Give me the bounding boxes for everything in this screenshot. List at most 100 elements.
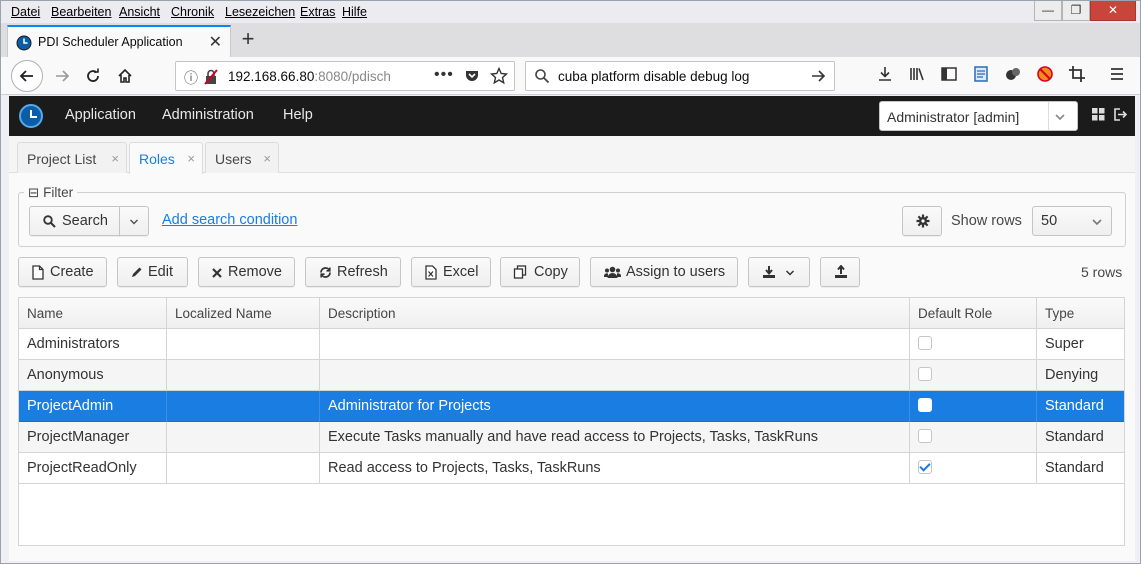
filter-caption[interactable]: ⊟ Filter [24, 185, 78, 201]
chevron-down-icon [129, 219, 139, 225]
search-dropdown-button[interactable] [119, 206, 149, 236]
export-dropdown-button[interactable] [748, 257, 810, 287]
upload-icon [835, 265, 847, 278]
refresh-button[interactable]: Refresh [305, 257, 401, 287]
cell-type: Standard [1045, 429, 1104, 445]
new-tab-button[interactable]: + [237, 26, 259, 52]
menu-lesezeichen[interactable]: Lesezeichen [225, 5, 295, 19]
reload-button[interactable] [79, 63, 107, 89]
reader-icon[interactable] [970, 65, 992, 83]
edit-button[interactable]: Edit [117, 257, 188, 287]
app-menu-help[interactable]: Help [283, 107, 313, 123]
grid-icon[interactable] [1092, 108, 1105, 121]
search-text: cuba platform disable debug log [558, 69, 750, 84]
cell-type: Standard [1045, 398, 1104, 414]
cell-type: Standard [1045, 460, 1104, 476]
page-actions-icon[interactable]: ••• [434, 66, 454, 84]
table-row[interactable]: ProjectReadOnly Read access to Projects, … [19, 453, 1124, 484]
maximize-button[interactable]: ❐ [1062, 1, 1090, 21]
filter-settings-button[interactable] [902, 206, 942, 236]
cell-name: ProjectAdmin [19, 391, 167, 422]
search-button-label: Search [62, 213, 108, 229]
tab-project-list-close-icon[interactable]: × [111, 151, 119, 166]
window-close-button[interactable]: ✕ [1090, 1, 1136, 21]
default-role-checkbox[interactable] [918, 460, 932, 474]
column-header-localized-name[interactable]: Localized Name [167, 298, 320, 329]
app-menu-application[interactable]: Application [65, 107, 136, 123]
tab-roles[interactable]: Roles × [129, 142, 203, 174]
sidebar-icon[interactable] [938, 65, 960, 83]
search-icon [43, 215, 56, 228]
default-role-checkbox[interactable] [918, 336, 932, 350]
chevron-down-icon [1092, 219, 1102, 226]
create-button[interactable]: Create [18, 257, 107, 287]
tab-users[interactable]: Users × [205, 142, 279, 173]
gear-icon [916, 214, 930, 228]
show-rows-select[interactable]: 50 [1032, 206, 1112, 236]
column-header-type[interactable]: Type [1037, 298, 1126, 329]
hamburger-menu-icon[interactable] [1106, 65, 1128, 83]
users-icon [604, 266, 621, 278]
chevron-down-icon[interactable] [1054, 111, 1066, 123]
table-row[interactable]: ProjectAdmin Administrator for Projects St… [19, 391, 1124, 422]
edit-button-label: Edit [148, 264, 173, 280]
menu-bearbeiten[interactable]: Bearbeiten [51, 5, 111, 19]
search-go-icon[interactable] [810, 68, 826, 84]
pocket-icon[interactable] [464, 68, 480, 84]
cell-name: ProjectReadOnly [19, 453, 167, 484]
roles-table: Name Localized Name Description Default … [18, 297, 1125, 546]
blocker-icon[interactable] [1034, 65, 1056, 83]
assign-to-users-button[interactable]: Assign to users [590, 257, 738, 287]
minimize-button[interactable]: — [1034, 1, 1062, 21]
home-button[interactable] [111, 63, 139, 89]
menu-chronik[interactable]: Chronik [171, 5, 214, 19]
import-button[interactable] [820, 257, 860, 287]
tab-roles-close-icon[interactable]: × [187, 151, 195, 166]
default-role-checkbox[interactable] [918, 398, 932, 412]
column-header-name[interactable]: Name [19, 298, 167, 329]
download-icon [763, 266, 775, 278]
search-button[interactable]: Search [29, 206, 120, 236]
cell-localized [167, 329, 320, 360]
user-select[interactable]: Administrator [admin] [879, 101, 1078, 131]
cell-localized [167, 453, 320, 484]
back-button[interactable] [11, 60, 43, 92]
browser-tab[interactable]: PDI Scheduler Application ✕ [7, 25, 231, 57]
default-role-checkbox[interactable] [918, 367, 932, 381]
table-row[interactable]: ProjectManager Execute Tasks manually and… [19, 422, 1124, 453]
add-search-condition-link[interactable]: Add search condition [162, 212, 297, 228]
cell-description: Read access to Projects, Tasks, TaskRuns [320, 453, 910, 484]
excel-button[interactable]: Excel [411, 257, 491, 287]
tab-users-close-icon[interactable]: × [263, 151, 271, 166]
download-icon[interactable] [874, 65, 896, 83]
crop-icon[interactable] [1066, 65, 1088, 83]
app-menu-administration[interactable]: Administration [162, 107, 254, 123]
url-bar[interactable]: ⓘ 192.168.66.80:8080/pdisch ••• [175, 61, 515, 91]
table-row[interactable]: Anonymous Denying [19, 360, 1124, 391]
filter-collapse-icon[interactable]: ⊟ [28, 185, 39, 200]
column-header-default-role[interactable]: Default Role [910, 298, 1037, 329]
menu-datei[interactable]: Datei [11, 5, 40, 19]
column-header-description[interactable]: Description [320, 298, 910, 329]
copy-button[interactable]: Copy [500, 257, 580, 287]
logout-icon[interactable] [1114, 108, 1128, 121]
tab-project-list[interactable]: Project List × [17, 142, 127, 173]
workspace-tabs: Project List × Roles × Users × [9, 136, 1135, 174]
library-icon[interactable] [906, 65, 928, 83]
forward-button[interactable] [48, 63, 76, 89]
tab-close-icon[interactable]: ✕ [209, 32, 222, 52]
tab-users-label: Users [215, 151, 252, 167]
default-role-checkbox[interactable] [918, 429, 932, 443]
bookmark-star-icon[interactable] [490, 67, 508, 85]
remove-button[interactable]: Remove [198, 257, 295, 287]
menu-ansicht[interactable]: Ansicht [119, 5, 160, 19]
table-row[interactable]: Administrators Super [19, 329, 1124, 360]
extension-icon[interactable] [1002, 65, 1024, 83]
insecure-lock-icon[interactable] [204, 69, 218, 85]
cell-name: Administrators [19, 329, 167, 360]
app-content: Project List × Roles × Users × ⊟ Filter … [9, 136, 1135, 561]
info-icon[interactable]: ⓘ [184, 68, 198, 88]
menu-extras[interactable]: Extras [300, 5, 335, 19]
search-bar[interactable]: cuba platform disable debug log [525, 61, 835, 91]
menu-hilfe[interactable]: Hilfe [342, 5, 367, 19]
